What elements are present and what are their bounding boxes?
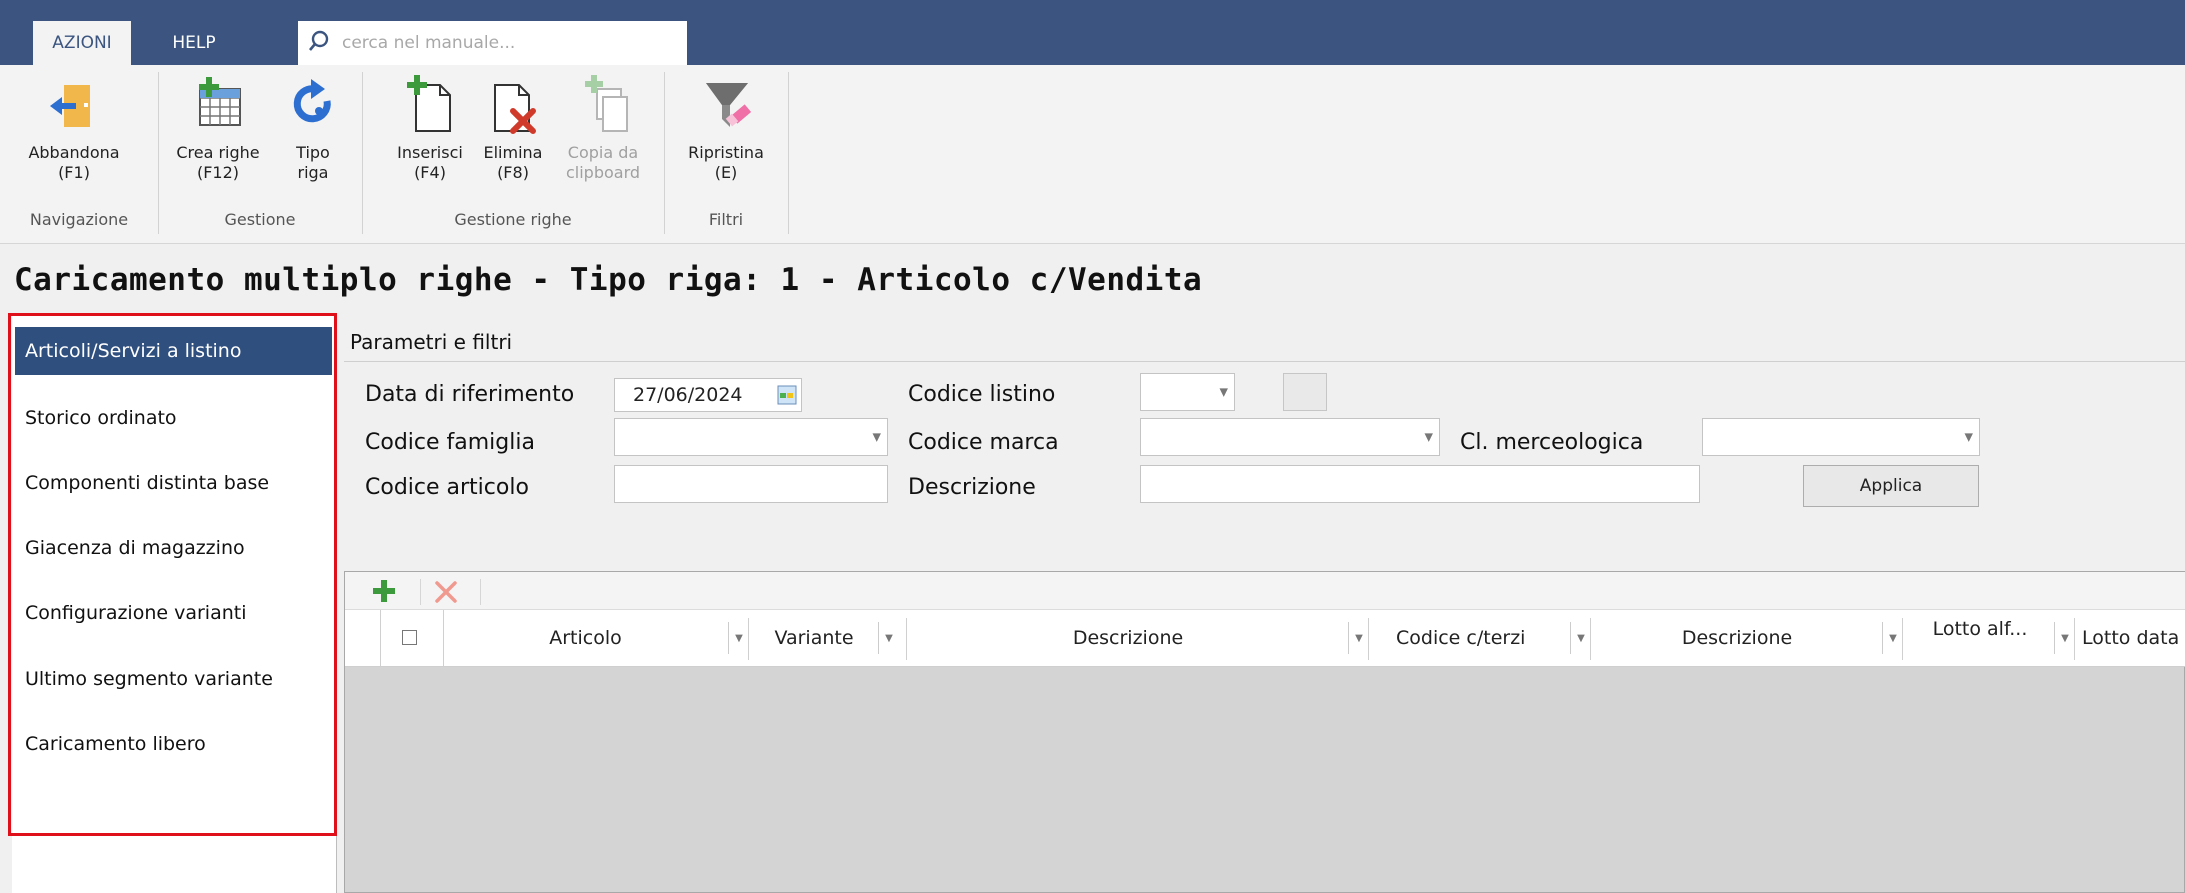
data-riferimento-field[interactable]: 27/06/2024 bbox=[614, 378, 802, 412]
ribbon-separator bbox=[158, 72, 159, 234]
exit-icon bbox=[46, 75, 102, 135]
grid-add-icon bbox=[190, 75, 246, 135]
cl-merceologica-select[interactable]: ▼ bbox=[1702, 418, 1980, 456]
codice-articolo-label: Codice articolo bbox=[365, 475, 529, 500]
filter-reset-icon bbox=[698, 75, 754, 135]
column-header-lotto-alf[interactable]: Lotto alf... bbox=[1904, 610, 2056, 666]
column-filter-icon[interactable]: ▼ bbox=[1348, 622, 1369, 654]
chevron-down-icon: ▼ bbox=[872, 430, 881, 444]
column-header-variante[interactable]: Variante bbox=[750, 610, 878, 666]
column-header-lotto-data[interactable]: Lotto data bbox=[2076, 610, 2185, 666]
column-header-articolo[interactable]: Articolo bbox=[443, 610, 728, 666]
chevron-down-icon: ▼ bbox=[1964, 430, 1973, 444]
ripristina-button[interactable]: Ripristina (E) bbox=[674, 75, 778, 183]
page-add-icon bbox=[402, 75, 458, 135]
codice-marca-select[interactable]: ▼ bbox=[1140, 418, 1440, 456]
codice-famiglia-label: Codice famiglia bbox=[365, 430, 535, 455]
tipo-riga-button[interactable]: Tipo riga bbox=[282, 75, 344, 183]
grid-header-divider bbox=[1368, 618, 1369, 660]
grid-header-divider bbox=[1902, 618, 1903, 660]
copia-clipboard-button[interactable]: Copia da clipboard bbox=[548, 75, 658, 183]
cl-merceologica-label: Cl. merceologica bbox=[1460, 430, 1644, 455]
ribbon-separator bbox=[362, 72, 363, 234]
column-filter-icon[interactable]: ▼ bbox=[728, 622, 749, 654]
column-filter-icon[interactable]: ▼ bbox=[1882, 622, 1903, 654]
grid-header-divider bbox=[2074, 618, 2075, 660]
params-divider bbox=[344, 361, 2185, 362]
column-filter-icon[interactable]: ▼ bbox=[2054, 622, 2075, 654]
params-title: Parametri e filtri bbox=[350, 330, 513, 354]
ribbon-separator bbox=[788, 72, 789, 234]
chevron-down-icon: ▼ bbox=[1219, 385, 1228, 399]
group-label-navigazione: Navigazione bbox=[29, 210, 129, 229]
applica-button[interactable]: Applica bbox=[1803, 465, 1979, 507]
calendar-icon[interactable] bbox=[777, 385, 797, 410]
chevron-down-icon: ▼ bbox=[1424, 430, 1433, 444]
data-riferimento-label: Data di riferimento bbox=[365, 382, 575, 407]
delete-row-icon[interactable] bbox=[434, 580, 458, 608]
codice-listino-label: Codice listino bbox=[908, 382, 1056, 407]
page-delete-icon bbox=[485, 75, 541, 135]
highlight-box bbox=[8, 313, 337, 836]
toolbar-separator bbox=[480, 579, 481, 605]
crea-righe-button[interactable]: Crea righe (F12) bbox=[168, 75, 268, 183]
grid-toolbar bbox=[345, 572, 2185, 610]
tab-azioni[interactable]: AZIONI bbox=[33, 21, 131, 65]
copy-clipboard-icon bbox=[575, 75, 631, 135]
codice-famiglia-select[interactable]: ▼ bbox=[614, 418, 888, 456]
column-header-descrizione-2[interactable]: Descrizione bbox=[1592, 610, 1882, 666]
grid-header-divider bbox=[380, 610, 381, 666]
codice-marca-label: Codice marca bbox=[908, 430, 1059, 455]
search-input[interactable]: cerca nel manuale... bbox=[342, 33, 515, 53]
codice-listino-select[interactable]: ▼ bbox=[1140, 373, 1235, 411]
ribbon-separator bbox=[664, 72, 665, 234]
tab-help[interactable]: HELP bbox=[146, 21, 242, 65]
grid-header-divider bbox=[906, 618, 907, 660]
abbandona-button[interactable]: Abbandona (F1) bbox=[24, 75, 124, 183]
search-box[interactable]: cerca nel manuale... bbox=[298, 21, 687, 65]
grid-header-divider bbox=[1590, 618, 1591, 660]
codice-articolo-input[interactable] bbox=[614, 465, 888, 503]
grid-header-divider bbox=[748, 618, 749, 660]
descrizione-input[interactable] bbox=[1140, 465, 1700, 503]
column-filter-icon[interactable]: ▼ bbox=[878, 622, 899, 654]
elimina-button[interactable]: Elimina (F8) bbox=[472, 75, 554, 183]
select-all-checkbox[interactable] bbox=[402, 630, 417, 645]
descrizione-label: Descrizione bbox=[908, 475, 1036, 500]
column-filter-icon[interactable]: ▼ bbox=[1570, 622, 1591, 654]
group-label-gestione-righe: Gestione righe bbox=[454, 210, 572, 229]
group-label-filtri: Filtri bbox=[708, 210, 744, 229]
refresh-icon bbox=[285, 75, 341, 135]
group-label-gestione: Gestione bbox=[224, 210, 296, 229]
codice-listino-lookup[interactable] bbox=[1283, 373, 1327, 411]
column-header-descrizione[interactable]: Descrizione bbox=[908, 610, 1348, 666]
add-row-icon[interactable] bbox=[372, 579, 396, 607]
page-title: Caricamento multiplo righe - Tipo riga: … bbox=[14, 262, 1203, 298]
search-icon bbox=[308, 30, 330, 56]
toolbar-separator bbox=[420, 579, 421, 605]
inserisci-button[interactable]: Inserisci (F4) bbox=[382, 75, 478, 183]
